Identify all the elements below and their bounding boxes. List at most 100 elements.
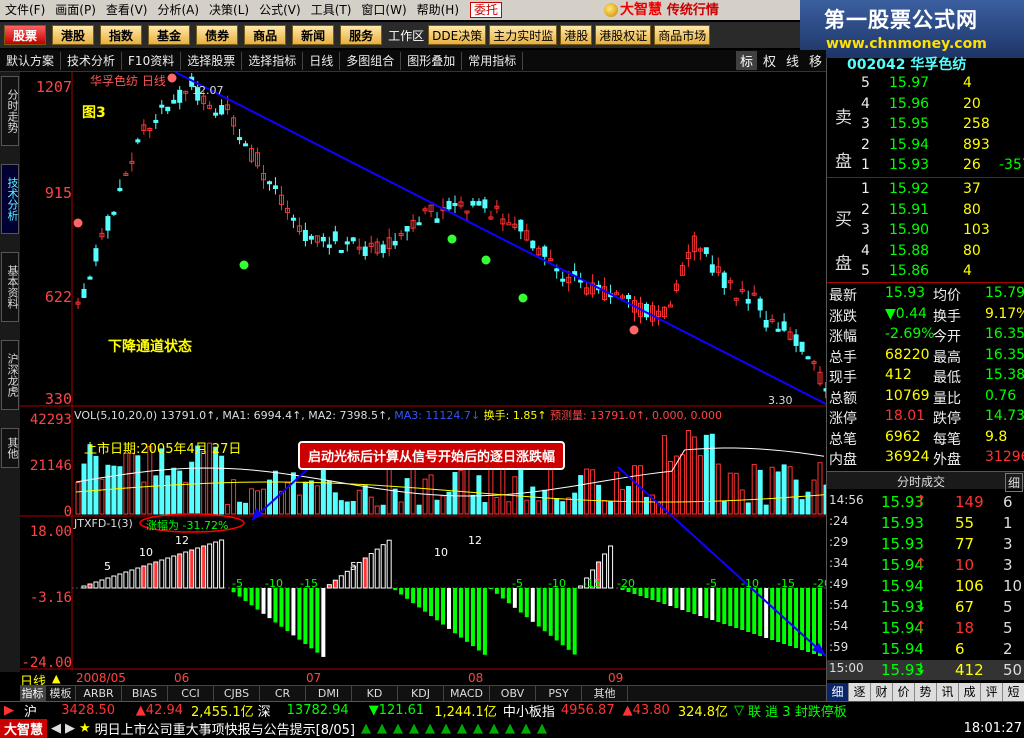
- menu-view[interactable]: 查看(V): [101, 0, 153, 20]
- sme-label: 中小板指: [502, 705, 555, 720]
- qtab-review[interactable]: 评: [981, 683, 1003, 701]
- menu-tools[interactable]: 工具(T): [306, 0, 357, 20]
- ticks-detail-button[interactable]: 细: [1005, 473, 1024, 492]
- tab-indicator[interactable]: 指标: [20, 686, 46, 701]
- menu-screen[interactable]: 画面(P): [50, 0, 101, 20]
- candle-body: [135, 139, 141, 143]
- toolbar-multi-chart[interactable]: 多图组合: [340, 51, 402, 70]
- tab-dmi[interactable]: DMI: [306, 686, 352, 701]
- stat-value-2: 16.35: [985, 346, 1024, 363]
- tab-other[interactable]: 其他: [582, 686, 628, 701]
- volume-bar: [129, 452, 135, 515]
- qtab-tick[interactable]: 逐: [849, 683, 871, 701]
- tab-bias[interactable]: BIAS: [122, 686, 168, 701]
- tick-time: :54: [829, 619, 849, 633]
- tab-intraday[interactable]: 分时走势: [1, 76, 19, 146]
- nav-fund-button[interactable]: 基金: [148, 25, 191, 45]
- toolbar-rights[interactable]: 权: [759, 51, 780, 70]
- stat-value-2: 9.17%: [985, 305, 1024, 322]
- indicator-bar-up: [105, 577, 111, 589]
- buy-row: 1 15.92 37: [827, 180, 1024, 200]
- nav-news-button[interactable]: 新闻: [292, 25, 335, 45]
- nav-right-icon[interactable]: ▶: [65, 721, 75, 736]
- lian-text: 联 逍 3 封跌停板: [748, 705, 847, 720]
- tab-template[interactable]: 模板: [46, 686, 76, 701]
- workspace-label[interactable]: 工作区: [388, 27, 424, 44]
- weituo-button[interactable]: 委托: [470, 2, 503, 18]
- tab-macd[interactable]: MACD: [444, 686, 490, 701]
- toolbar-daily[interactable]: 日线: [303, 51, 341, 70]
- toolbar-tech-analysis[interactable]: 技术分析: [61, 51, 123, 70]
- tab-kdj[interactable]: KDJ: [398, 686, 444, 701]
- tab-cjbs[interactable]: CJBS: [214, 686, 260, 701]
- indicator-bar-down: [752, 588, 757, 634]
- stat-label: 涨幅: [829, 329, 857, 345]
- scroll-down-icon[interactable]: ▽: [734, 703, 744, 718]
- tab-obv[interactable]: OBV: [490, 686, 536, 701]
- nav-index-button[interactable]: 指数: [100, 25, 143, 45]
- tick-row: :59 15.94 6 2: [827, 639, 1024, 659]
- toolbar-line[interactable]: 线: [782, 51, 803, 70]
- tab-other[interactable]: 其他: [1, 428, 19, 468]
- tab-technical[interactable]: 技术分析: [1, 164, 19, 234]
- candle-body: [793, 334, 799, 346]
- menu-file[interactable]: 文件(F): [0, 0, 50, 20]
- signal-dot: [481, 255, 491, 265]
- nav-commodity-market-button[interactable]: 商品市场: [654, 25, 711, 45]
- volume-bar: [470, 494, 476, 515]
- nav-commodity-button[interactable]: 商品: [244, 25, 287, 45]
- tick-time: :29: [829, 535, 849, 549]
- menu-formula[interactable]: 公式(V): [254, 0, 306, 20]
- stat-value-2: 15.38: [985, 367, 1024, 383]
- tab-dragon-tiger[interactable]: 沪深龙虎: [1, 340, 19, 410]
- news-ticker[interactable]: 明日上市公司重大事项快报与公告提示[8/05]: [95, 719, 355, 738]
- indicator-value-label: -10: [265, 577, 283, 590]
- nav-dde-button[interactable]: DDE决策: [428, 25, 487, 45]
- tab-cr[interactable]: CR: [260, 686, 306, 701]
- toolbar-mark[interactable]: 标: [735, 51, 757, 70]
- tab-cci[interactable]: CCI: [168, 686, 214, 701]
- nav-service-button[interactable]: 服务: [340, 25, 383, 45]
- qtab-volume[interactable]: 成: [959, 683, 981, 701]
- vol-axis-max: 42293: [29, 412, 72, 428]
- period-arrow-icon[interactable]: ▲: [52, 672, 60, 685]
- nav-hk2-button[interactable]: 港股: [560, 25, 593, 45]
- menu-analysis[interactable]: 分析(A): [152, 0, 204, 20]
- nav-stocks-button[interactable]: 股票: [4, 25, 47, 45]
- candle-body: [326, 244, 332, 248]
- stat-value: 412: [885, 367, 912, 383]
- tab-fundamental[interactable]: 基本资料: [1, 252, 19, 322]
- qtab-trend[interactable]: 势: [915, 683, 937, 701]
- nav-hk-button[interactable]: 港股: [52, 25, 95, 45]
- toolbar-select-stock[interactable]: 选择股票: [181, 51, 243, 70]
- qtab-price[interactable]: 价: [893, 683, 915, 701]
- toolbar-default-scheme[interactable]: 默认方案: [0, 51, 62, 70]
- app-logo[interactable]: 大智慧: [0, 719, 48, 738]
- toolbar-select-indicator[interactable]: 选择指标: [242, 51, 304, 70]
- buy-label: 买 盘: [835, 198, 852, 286]
- tab-kd[interactable]: KD: [352, 686, 398, 701]
- toolbar-f10[interactable]: F10资料: [122, 51, 182, 70]
- tab-psy[interactable]: PSY: [536, 686, 582, 701]
- qtab-finance[interactable]: 财: [871, 683, 893, 701]
- indicator-bar-down: [572, 588, 577, 655]
- qtab-detail[interactable]: 细: [827, 683, 849, 701]
- high-price-label: 12.07: [192, 84, 224, 97]
- toolbar-move[interactable]: 移: [805, 51, 826, 70]
- menu-decision[interactable]: 决策(L): [204, 0, 254, 20]
- tab-arbr[interactable]: ARBR: [76, 686, 122, 701]
- nav-hk-warrant-button[interactable]: 港股权证: [595, 25, 652, 45]
- kline-chart[interactable]: 1207 915 622 330 42293 21146 0 18.00 -3.…: [20, 72, 831, 672]
- menu-help[interactable]: 帮助(H): [412, 0, 464, 20]
- buy-price: 15.88: [889, 242, 930, 259]
- indicator-bar-up: [602, 553, 608, 589]
- toolbar-overlay[interactable]: 图形叠加: [401, 51, 463, 70]
- indicator-bar-down: [423, 588, 428, 612]
- qtab-news[interactable]: 讯: [937, 683, 959, 701]
- nav-bond-button[interactable]: 债券: [196, 25, 239, 45]
- qtab-short[interactable]: 短: [1003, 683, 1024, 701]
- menu-window[interactable]: 窗口(W): [356, 0, 411, 20]
- nav-main-realtime-button[interactable]: 主力实时监: [489, 25, 558, 45]
- toolbar-common-indicators[interactable]: 常用指标: [462, 51, 524, 70]
- nav-left-icon[interactable]: ◀: [51, 721, 61, 736]
